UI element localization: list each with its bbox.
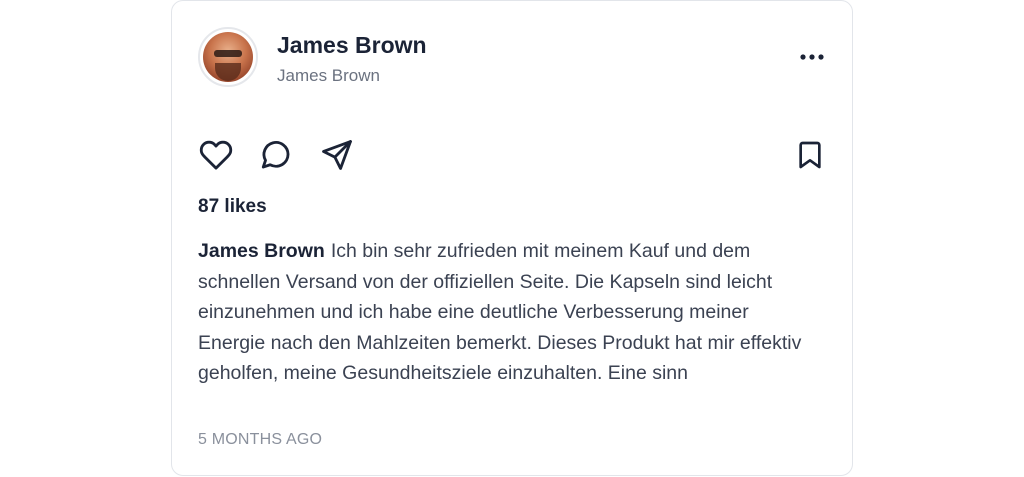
avatar-beard [215,63,241,81]
post-timestamp: 5 MONTHS AGO [198,431,323,448]
post-header: James Brown James Brown [198,27,828,87]
more-options-button[interactable] [796,45,828,69]
send-icon [320,138,354,172]
avatar-image [203,32,253,82]
comment-button[interactable] [258,137,294,173]
share-button[interactable] [319,137,355,173]
avatar[interactable] [198,27,258,87]
author-name[interactable]: James Brown [277,32,427,59]
more-horizontal-icon [799,53,825,61]
post-actions [198,137,828,173]
like-button[interactable] [198,137,234,173]
comment-icon [259,138,293,172]
author-handle: James Brown [277,66,380,85]
post-card: James Brown James Brown 87 likes James B… [171,0,853,476]
save-button[interactable] [792,137,828,173]
caption-author[interactable]: James Brown [198,240,325,262]
likes-count[interactable]: 87 likes [198,196,267,218]
post-caption: James Brown Ich bin sehr zufrieden mit me… [198,236,818,389]
avatar-glasses [214,50,242,57]
bookmark-icon [794,138,826,172]
heart-icon [199,138,233,172]
